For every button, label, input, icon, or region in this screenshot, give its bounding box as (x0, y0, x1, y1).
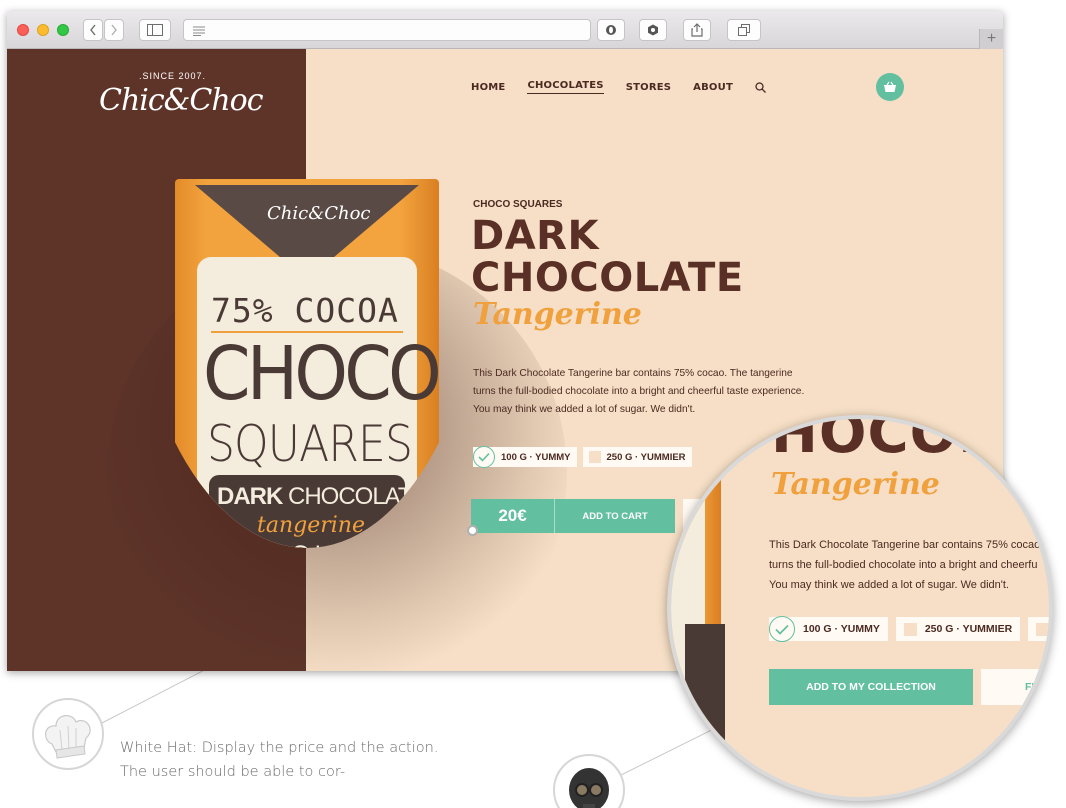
description-line: You may think we added a lot of sugar. W… (473, 404, 696, 415)
magnified-size-options: 100 G · YUMMY 250 G · YUMMIER 500 (769, 616, 1049, 642)
share-icon (691, 23, 703, 37)
magnified-title: HOCOL (771, 415, 995, 466)
product-description: This Dark Chocolate Tangerine bar contai… (473, 365, 853, 419)
chef-hat-icon (45, 715, 91, 759)
basket-icon (884, 81, 896, 92)
checkbox-icon (588, 451, 601, 463)
back-button[interactable] (83, 19, 103, 41)
site-logo[interactable]: .SINCE 2007. Chic&Choc (99, 69, 264, 129)
minimize-window-button[interactable] (37, 24, 49, 36)
reader-icon (193, 26, 205, 36)
opera-icon (606, 25, 616, 35)
size-option-label: 100 G · YUMMY (501, 451, 571, 463)
magnified-package-dark-band (685, 624, 725, 744)
description-line: This Dark Chocolate Tangerine bar contai… (473, 368, 793, 379)
find-button[interactable]: FIND (981, 669, 1049, 705)
size-options: 100 G · YUMMY 250 G · YUMMIER (473, 446, 692, 468)
description-line: You may think we added a lot of sugar. W… (769, 579, 1009, 591)
size-option-500g[interactable]: 500 (1028, 617, 1049, 641)
nav-item-home[interactable]: HOME (471, 82, 505, 93)
chevron-left-icon (90, 24, 96, 36)
checkbox-icon (903, 622, 917, 636)
package-cocoa-text: 75% COCOA (211, 291, 399, 330)
size-option-250g[interactable]: 250 G · YUMMIER (895, 617, 1021, 641)
main-navigation: HOME CHOCOLATES STORES ABOUT (471, 80, 766, 94)
checkbox-icon (1036, 622, 1049, 636)
add-to-cart-label: ADD TO CART (582, 510, 648, 522)
close-window-button[interactable] (17, 24, 29, 36)
product-category: CHOCO SQUARES (473, 199, 563, 210)
add-to-cart-button[interactable]: 20€ ADD TO CART (471, 499, 675, 533)
description-line: This Dark Chocolate Tangerine bar contai… (769, 539, 1044, 551)
tabs-overview-button[interactable] (727, 19, 761, 41)
checkmark-icon (769, 616, 795, 642)
search-icon[interactable] (755, 81, 766, 93)
size-option-100g[interactable]: 100 G · YUMMY (769, 616, 888, 642)
aviator-helmet-icon (569, 768, 609, 808)
package-tangerine-text: tangerine (257, 513, 365, 538)
extension-button-2[interactable] (639, 19, 667, 41)
zoom-window-button[interactable] (57, 24, 69, 36)
size-option-label: 100 G · YUMMY (803, 623, 880, 635)
magnifier-lens: HOCOL Tangerine This Dark Chocolate Tang… (667, 415, 1053, 801)
checkmark-icon (473, 446, 495, 468)
hexagon-icon (648, 24, 658, 36)
browser-toolbar: + (7, 11, 1003, 49)
nav-item-stores[interactable]: STORES (626, 82, 671, 93)
tabs-icon (738, 24, 750, 36)
sidebar-icon (147, 24, 163, 36)
chevron-right-icon (111, 24, 117, 36)
description-line: turns the full-bodied chocolate into a b… (769, 559, 1038, 571)
size-option-label: 250 G · YUMMIER (924, 623, 1013, 635)
share-button[interactable] (683, 19, 711, 41)
package-squares-text: SQUARES (207, 415, 413, 473)
nav-item-about[interactable]: ABOUT (693, 82, 733, 93)
cart-button[interactable] (876, 73, 904, 101)
product-title: DARK CHOCOLATE (471, 215, 744, 299)
package-logo: Chic&Choc (267, 203, 371, 224)
black-hat-avatar (553, 754, 625, 808)
price-label: 20€ (471, 499, 555, 533)
package-choco-text: CHOCO (203, 331, 439, 417)
logo-script-text: Chic&Choc (99, 83, 264, 118)
white-hat-note: White Hat: Display the price and the act… (120, 740, 439, 780)
magnified-flavor: Tangerine (771, 467, 940, 502)
white-hat-avatar (32, 698, 104, 770)
product-title-line-2: CHOCOLATE (471, 255, 744, 301)
description-line: turns the full-bodied chocolate into a b… (473, 386, 805, 397)
add-to-my-collection-button[interactable]: ADD TO MY COLLECTION (769, 669, 973, 705)
magnified-description: This Dark Chocolate Tangerine bar contai… (769, 535, 1049, 595)
extension-button-1[interactable] (597, 19, 625, 41)
forward-button[interactable] (104, 19, 124, 41)
size-option-100g[interactable]: 100 G · YUMMY (473, 446, 577, 468)
logo-since-text: .SINCE 2007. (139, 71, 207, 81)
white-hat-pin (467, 525, 478, 536)
sidebar-toggle-button[interactable] (139, 19, 171, 41)
nav-item-chocolates[interactable]: CHOCOLATES (527, 80, 604, 94)
new-tab-button[interactable]: + (979, 29, 1003, 49)
product-flavor: Tangerine (473, 297, 642, 332)
address-bar[interactable] (183, 19, 591, 41)
product-title-line-1: DARK (471, 213, 599, 259)
